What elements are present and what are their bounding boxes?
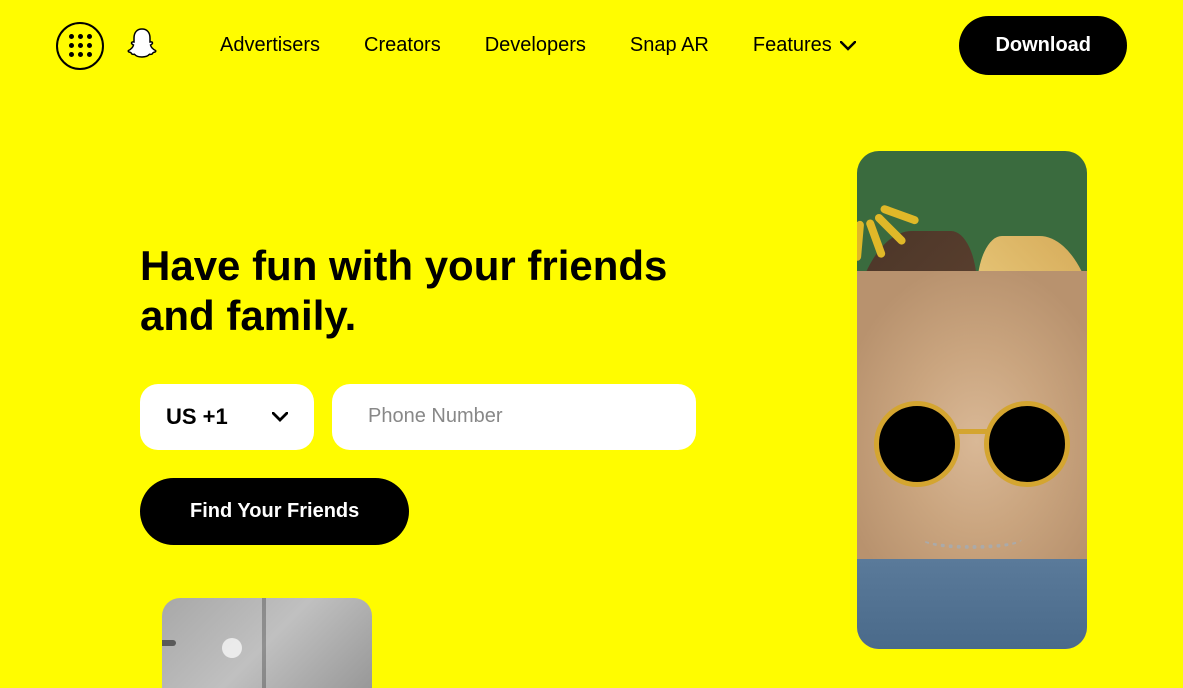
hero-media xyxy=(857,151,1127,649)
nav-snap-ar[interactable]: Snap AR xyxy=(630,34,709,57)
ghost-icon xyxy=(124,27,160,65)
snapchat-logo[interactable] xyxy=(124,27,160,65)
image-badge xyxy=(162,640,176,646)
nav-developers[interactable]: Developers xyxy=(485,34,586,57)
header: Advertisers Creators Developers Snap AR … xyxy=(0,0,1183,91)
hero-section: Have fun with your friends and family. U… xyxy=(0,91,1183,649)
sun-rays-icon xyxy=(867,161,947,241)
app-menu-button[interactable] xyxy=(56,22,104,70)
nav-features[interactable]: Features xyxy=(753,34,856,57)
grid-icon xyxy=(69,34,92,57)
phone-form: US +1 xyxy=(140,384,777,450)
phone-number-input[interactable] xyxy=(332,384,696,450)
secondary-preview-image xyxy=(162,598,372,688)
country-code-label: US +1 xyxy=(166,404,228,430)
nav-features-label: Features xyxy=(753,34,832,57)
phone-preview-image xyxy=(857,151,1087,649)
hero-heading: Have fun with your friends and family. xyxy=(140,241,700,342)
sunglasses-filter-icon xyxy=(872,401,1072,491)
main-nav: Advertisers Creators Developers Snap AR … xyxy=(220,34,939,57)
hero-content: Have fun with your friends and family. U… xyxy=(140,151,777,649)
country-code-select[interactable]: US +1 xyxy=(140,384,314,450)
nav-advertisers[interactable]: Advertisers xyxy=(220,34,320,57)
nav-creators[interactable]: Creators xyxy=(364,34,441,57)
chevron-down-icon xyxy=(272,412,288,422)
find-friends-button[interactable]: Find Your Friends xyxy=(140,478,409,545)
download-button[interactable]: Download xyxy=(959,16,1127,75)
chevron-down-icon xyxy=(840,41,856,51)
